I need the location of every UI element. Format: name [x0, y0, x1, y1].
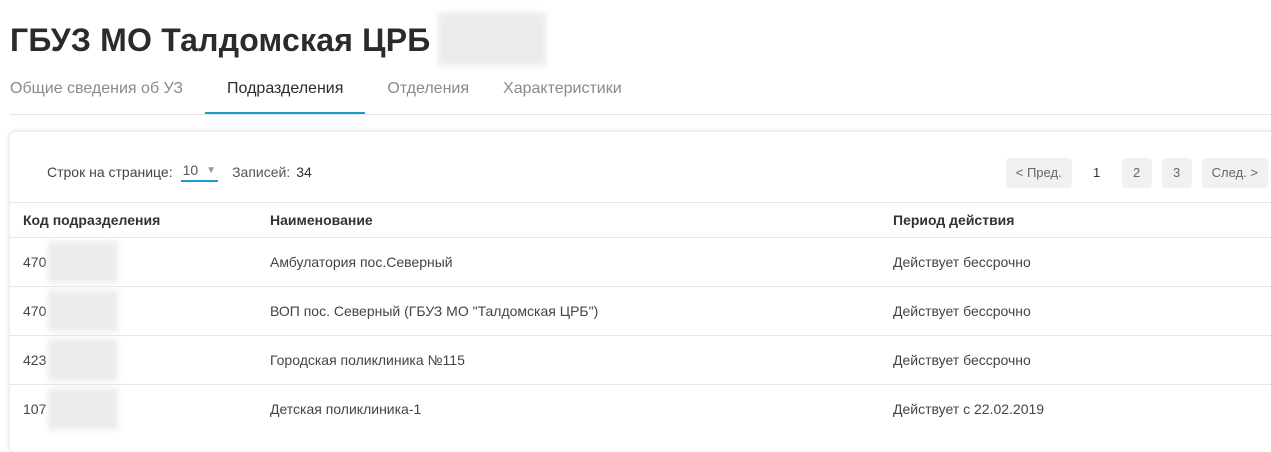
pagination: < Пред. 1 2 3 След. >: [1005, 158, 1268, 188]
redacted-area: [48, 290, 119, 332]
page-title-text: ГБУЗ МО Талдомская ЦРБ: [10, 21, 431, 58]
tab-bar: Общие сведения об УЗ Подразделения Отдел…: [10, 68, 1271, 115]
table-row[interactable]: 470 Амбулатория пос.Северный Действует б…: [10, 237, 1271, 286]
subdivisions-card: Строк на странице: 10 ▼ Записей: 34 < Пр…: [10, 132, 1271, 452]
page-button-1[interactable]: 1: [1081, 158, 1112, 188]
rows-per-page-value: 10: [182, 162, 199, 178]
code-value: 423: [23, 352, 47, 368]
name-cell: Городская поликлиника №115: [270, 352, 465, 368]
name-cell: Детская поликлиника-1: [270, 401, 422, 417]
chevron-down-icon: ▼: [206, 164, 217, 176]
name-cell: Амбулатория пос.Северный: [270, 254, 453, 270]
tab-characteristics[interactable]: Характеристики: [491, 68, 634, 112]
table-header-row: Код подразделения Наименование Период де…: [10, 202, 1271, 237]
code-value: 470: [23, 254, 47, 270]
rows-per-page-label: Строк на странице:: [47, 164, 173, 180]
column-header-name[interactable]: Наименование: [270, 212, 373, 228]
code-value: 470: [23, 303, 47, 319]
tab-general-info[interactable]: Общие сведения об УЗ: [10, 68, 195, 112]
tab-subdivisions[interactable]: Подразделения: [205, 68, 366, 114]
redacted-area: [438, 12, 547, 66]
prev-page-button[interactable]: < Пред.: [1005, 158, 1072, 188]
rows-per-page-control: Строк на странице: 10 ▼ Записей: 34: [47, 162, 312, 182]
column-header-code[interactable]: Код подразделения: [23, 212, 160, 228]
code-cell: 470: [23, 290, 119, 332]
table-row[interactable]: 470 ВОП пос. Северный (ГБУЗ МО "Талдомск…: [10, 286, 1271, 335]
table-row[interactable]: 107 Детская поликлиника-1 Действует с 22…: [10, 384, 1271, 433]
code-value: 107: [23, 401, 47, 417]
subdivisions-table: Код подразделения Наименование Период де…: [10, 202, 1271, 433]
name-cell: ВОП пос. Северный (ГБУЗ МО "Талдомская Ц…: [270, 303, 599, 319]
code-cell: 423: [23, 339, 119, 381]
records-label: Записей:: [232, 164, 291, 180]
period-cell: Действует с 22.02.2019: [893, 401, 1045, 417]
records-count: 34: [296, 164, 312, 180]
tab-departments[interactable]: Отделения: [375, 68, 481, 112]
code-cell: 470: [23, 241, 119, 283]
next-page-button[interactable]: След. >: [1201, 158, 1268, 188]
page-title: ГБУЗ МО Талдомская ЦРБ: [10, 12, 547, 66]
page-button-3[interactable]: 3: [1161, 158, 1192, 188]
page-button-2[interactable]: 2: [1121, 158, 1152, 188]
code-cell: 107: [23, 388, 119, 430]
redacted-area: [48, 339, 119, 381]
period-cell: Действует бессрочно: [893, 352, 1031, 368]
redacted-area: [48, 388, 119, 430]
period-cell: Действует бессрочно: [893, 254, 1031, 270]
redacted-area: [48, 241, 119, 283]
rows-per-page-select[interactable]: 10 ▼: [180, 162, 219, 182]
table-row[interactable]: 423 Городская поликлиника №115 Действует…: [10, 335, 1271, 384]
column-header-period[interactable]: Период действия: [893, 212, 1014, 228]
period-cell: Действует бессрочно: [893, 303, 1031, 319]
